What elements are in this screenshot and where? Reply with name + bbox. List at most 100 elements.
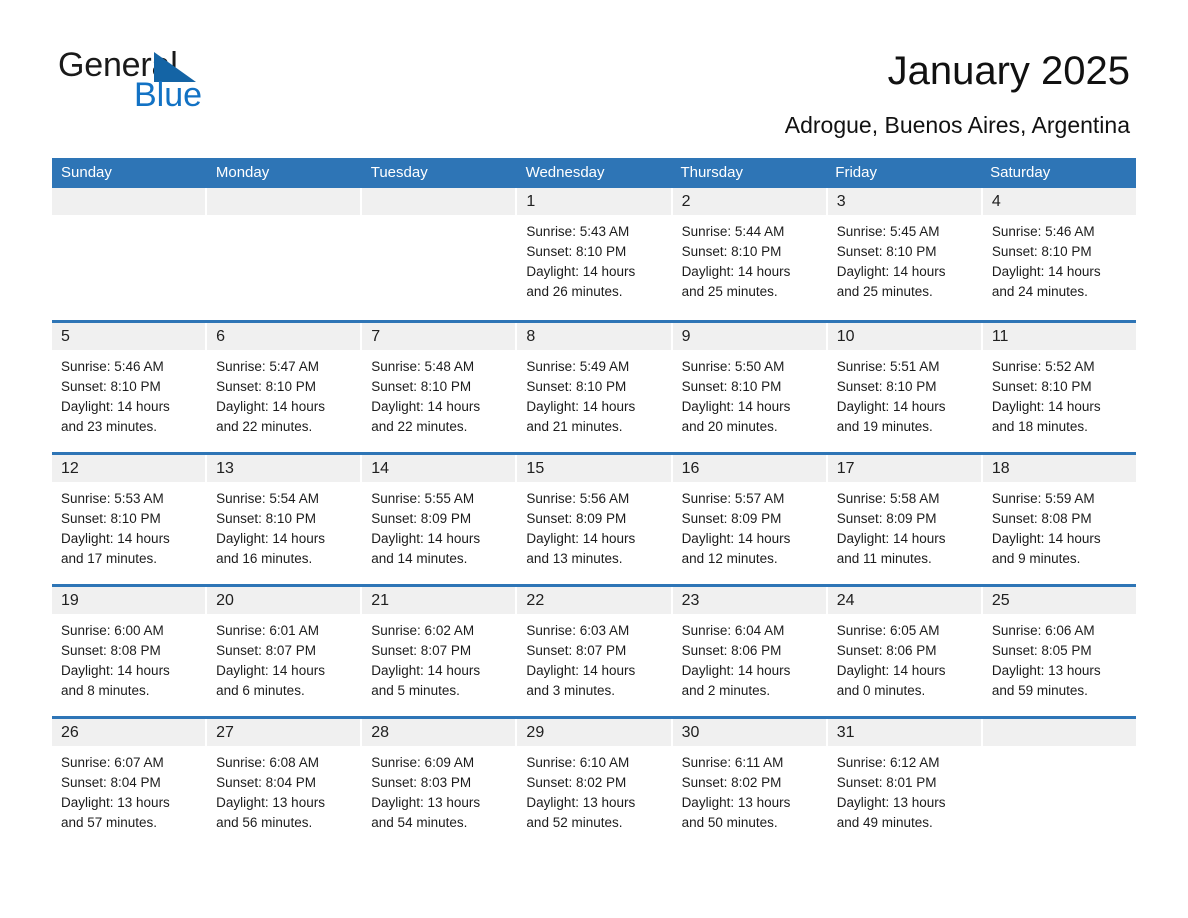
sunset-text: Sunset: 8:04 PM — [61, 775, 161, 790]
day-cell[interactable]: 30 Sunrise: 6:11 AM Sunset: 8:02 PM Dayl… — [672, 719, 828, 848]
calendar-page: General Blue January 2025 Adrogue, Bueno… — [0, 0, 1188, 918]
day-details: Sunrise: 6:00 AM Sunset: 8:08 PM Dayligh… — [52, 614, 205, 701]
daylight-text-line1: Daylight: 14 hours — [836, 399, 946, 414]
daylight-text-line1: Daylight: 13 hours — [371, 795, 481, 810]
day-cell[interactable]: 15 Sunrise: 5:56 AM Sunset: 8:09 PM Dayl… — [517, 455, 673, 584]
day-cell[interactable]: 4 Sunrise: 5:46 AM Sunset: 8:10 PM Dayli… — [982, 188, 1136, 320]
day-cell[interactable]: 27 Sunrise: 6:08 AM Sunset: 8:04 PM Dayl… — [207, 719, 363, 848]
day-details: Sunrise: 6:07 AM Sunset: 8:04 PM Dayligh… — [52, 746, 205, 833]
day-details: Sunrise: 6:03 AM Sunset: 8:07 PM Dayligh… — [517, 614, 670, 701]
sunrise-text: Sunrise: 6:00 AM — [61, 623, 164, 638]
day-cell[interactable]: 28 Sunrise: 6:09 AM Sunset: 8:03 PM Dayl… — [362, 719, 518, 848]
sunset-text: Sunset: 8:10 PM — [216, 379, 316, 394]
sunset-text: Sunset: 8:02 PM — [681, 775, 782, 790]
sunset-text: Sunset: 8:10 PM — [681, 379, 782, 394]
day-details: Sunrise: 6:01 AM Sunset: 8:07 PM Dayligh… — [207, 614, 360, 701]
daylight-text-line1: Daylight: 14 hours — [371, 399, 481, 414]
day-cell[interactable]: 26 Sunrise: 6:07 AM Sunset: 8:04 PM Dayl… — [52, 719, 208, 848]
page-title: January 2025 — [887, 49, 1130, 93]
day-cell[interactable]: 21 Sunrise: 6:02 AM Sunset: 8:07 PM Dayl… — [362, 587, 518, 716]
day-cell[interactable]: 23 Sunrise: 6:04 AM Sunset: 8:06 PM Dayl… — [672, 587, 828, 716]
sunrise-text: Sunrise: 5:58 AM — [836, 491, 940, 506]
day-cell[interactable]: 13 Sunrise: 5:54 AM Sunset: 8:10 PM Dayl… — [207, 455, 363, 584]
week-row: 1 Sunrise: 5:43 AM Sunset: 8:10 PM Dayli… — [52, 188, 1136, 320]
day-cell[interactable]: 17 Sunrise: 5:58 AM Sunset: 8:09 PM Dayl… — [827, 455, 983, 584]
day-cell[interactable] — [52, 188, 208, 320]
sunrise-text: Sunrise: 6:01 AM — [216, 623, 319, 638]
day-details — [362, 215, 515, 222]
day-details: Sunrise: 6:09 AM Sunset: 8:03 PM Dayligh… — [362, 746, 515, 833]
day-cell[interactable]: 10 Sunrise: 5:51 AM Sunset: 8:10 PM Dayl… — [827, 323, 983, 452]
day-number: 18 — [982, 455, 1136, 482]
sunrise-text: Sunrise: 5:52 AM — [991, 359, 1095, 374]
generalblue-logo: General Blue — [58, 48, 318, 120]
day-cell[interactable]: 22 Sunrise: 6:03 AM Sunset: 8:07 PM Dayl… — [517, 587, 673, 716]
day-number: 31 — [827, 719, 981, 746]
day-number: 10 — [827, 323, 981, 350]
day-details: Sunrise: 6:02 AM Sunset: 8:07 PM Dayligh… — [362, 614, 515, 701]
day-details: Sunrise: 5:57 AM Sunset: 8:09 PM Dayligh… — [673, 482, 826, 569]
day-cell[interactable]: 11 Sunrise: 5:52 AM Sunset: 8:10 PM Dayl… — [982, 323, 1136, 452]
day-cell[interactable]: 19 Sunrise: 6:00 AM Sunset: 8:08 PM Dayl… — [52, 587, 208, 716]
daylight-text-line1: Daylight: 14 hours — [371, 531, 481, 546]
day-details: Sunrise: 5:50 AM Sunset: 8:10 PM Dayligh… — [673, 350, 826, 437]
day-details: Sunrise: 5:51 AM Sunset: 8:10 PM Dayligh… — [828, 350, 981, 437]
daylight-text-line2: and 17 minutes. — [61, 551, 158, 566]
sunset-text: Sunset: 8:01 PM — [836, 775, 937, 790]
day-details: Sunrise: 5:44 AM Sunset: 8:10 PM Dayligh… — [673, 215, 826, 302]
day-cell[interactable]: 29 Sunrise: 6:10 AM Sunset: 8:02 PM Dayl… — [517, 719, 673, 848]
day-cell[interactable]: 6 Sunrise: 5:47 AM Sunset: 8:10 PM Dayli… — [207, 323, 363, 452]
day-cell[interactable]: 1 Sunrise: 5:43 AM Sunset: 8:10 PM Dayli… — [517, 188, 673, 320]
sunset-text: Sunset: 8:08 PM — [61, 643, 161, 658]
day-cell[interactable]: 8 Sunrise: 5:49 AM Sunset: 8:10 PM Dayli… — [517, 323, 673, 452]
day-cell[interactable]: 9 Sunrise: 5:50 AM Sunset: 8:10 PM Dayli… — [672, 323, 828, 452]
daylight-text-line2: and 56 minutes. — [216, 815, 313, 830]
day-number — [52, 188, 206, 215]
sunrise-text: Sunrise: 5:51 AM — [836, 359, 940, 374]
day-details — [52, 215, 205, 222]
sunset-text: Sunset: 8:09 PM — [836, 511, 937, 526]
daylight-text-line1: Daylight: 14 hours — [836, 264, 946, 279]
sunset-text: Sunset: 8:10 PM — [836, 244, 937, 259]
day-details: Sunrise: 5:53 AM Sunset: 8:10 PM Dayligh… — [52, 482, 205, 569]
daylight-text-line2: and 24 minutes. — [991, 284, 1088, 299]
day-number: 26 — [52, 719, 206, 746]
daylight-text-line2: and 52 minutes. — [526, 815, 623, 830]
day-cell[interactable]: 20 Sunrise: 6:01 AM Sunset: 8:07 PM Dayl… — [207, 587, 363, 716]
day-number — [207, 188, 361, 215]
day-number: 9 — [672, 323, 826, 350]
sunrise-text: Sunrise: 6:05 AM — [836, 623, 940, 638]
day-details: Sunrise: 5:54 AM Sunset: 8:10 PM Dayligh… — [207, 482, 360, 569]
daylight-text-line1: Daylight: 13 hours — [681, 795, 791, 810]
day-details: Sunrise: 5:59 AM Sunset: 8:08 PM Dayligh… — [983, 482, 1136, 569]
day-number: 7 — [362, 323, 516, 350]
day-cell[interactable] — [362, 188, 518, 320]
sunrise-text: Sunrise: 6:02 AM — [371, 623, 475, 638]
day-cell[interactable]: 14 Sunrise: 5:55 AM Sunset: 8:09 PM Dayl… — [362, 455, 518, 584]
day-details: Sunrise: 6:08 AM Sunset: 8:04 PM Dayligh… — [207, 746, 360, 833]
day-details: Sunrise: 5:47 AM Sunset: 8:10 PM Dayligh… — [207, 350, 360, 437]
day-cell[interactable]: 7 Sunrise: 5:48 AM Sunset: 8:10 PM Dayli… — [362, 323, 518, 452]
day-cell[interactable]: 16 Sunrise: 5:57 AM Sunset: 8:09 PM Dayl… — [672, 455, 828, 584]
day-cell[interactable]: 25 Sunrise: 6:06 AM Sunset: 8:05 PM Dayl… — [982, 587, 1136, 716]
day-details: Sunrise: 5:52 AM Sunset: 8:10 PM Dayligh… — [983, 350, 1136, 437]
sunset-text: Sunset: 8:06 PM — [681, 643, 782, 658]
sunrise-text: Sunrise: 5:46 AM — [61, 359, 164, 374]
day-cell[interactable] — [982, 719, 1136, 848]
sunset-text: Sunset: 8:10 PM — [991, 379, 1092, 394]
sunrise-text: Sunrise: 5:47 AM — [216, 359, 319, 374]
day-details: Sunrise: 6:12 AM Sunset: 8:01 PM Dayligh… — [828, 746, 981, 833]
day-cell[interactable]: 12 Sunrise: 5:53 AM Sunset: 8:10 PM Dayl… — [52, 455, 208, 584]
sunrise-text: Sunrise: 5:56 AM — [526, 491, 630, 506]
day-cell[interactable]: 31 Sunrise: 6:12 AM Sunset: 8:01 PM Dayl… — [827, 719, 983, 848]
day-cell[interactable]: 2 Sunrise: 5:44 AM Sunset: 8:10 PM Dayli… — [672, 188, 828, 320]
day-cell[interactable]: 5 Sunrise: 5:46 AM Sunset: 8:10 PM Dayli… — [52, 323, 208, 452]
day-cell[interactable] — [207, 188, 363, 320]
daylight-text-line2: and 54 minutes. — [371, 815, 468, 830]
day-cell[interactable]: 24 Sunrise: 6:05 AM Sunset: 8:06 PM Dayl… — [827, 587, 983, 716]
day-number: 16 — [672, 455, 826, 482]
sunset-text: Sunset: 8:04 PM — [216, 775, 316, 790]
day-cell[interactable]: 3 Sunrise: 5:45 AM Sunset: 8:10 PM Dayli… — [827, 188, 983, 320]
daylight-text-line2: and 5 minutes. — [371, 683, 460, 698]
day-cell[interactable]: 18 Sunrise: 5:59 AM Sunset: 8:08 PM Dayl… — [982, 455, 1136, 584]
